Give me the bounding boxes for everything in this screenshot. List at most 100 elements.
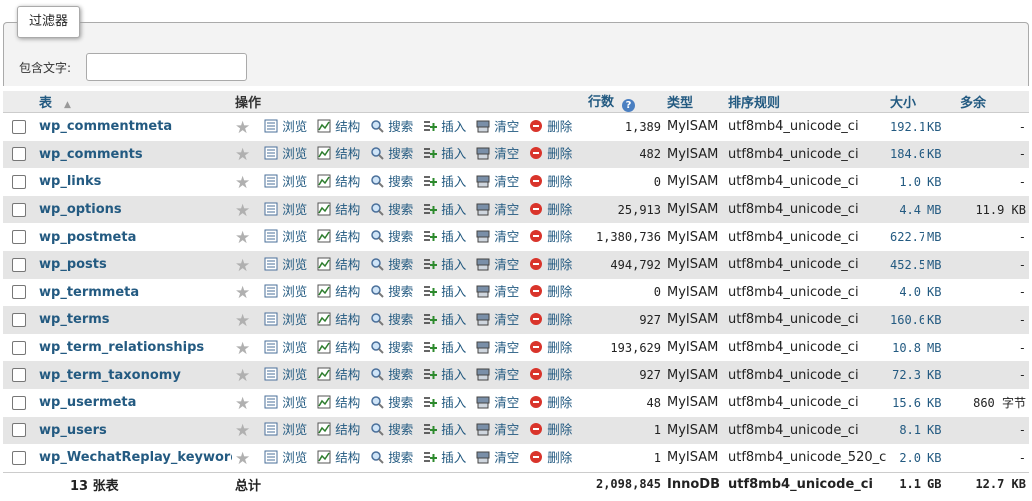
insert-action[interactable]: 插入: [423, 309, 466, 328]
help-icon[interactable]: ?: [622, 99, 636, 112]
empty-action[interactable]: 清空: [476, 143, 519, 162]
drop-action[interactable]: 删除: [529, 281, 572, 300]
structure-action[interactable]: 结构: [317, 226, 360, 245]
table-name-link[interactable]: wp_options: [39, 202, 122, 217]
table-name-link[interactable]: wp_postmeta: [39, 230, 136, 245]
structure-action[interactable]: 结构: [317, 254, 360, 273]
insert-action[interactable]: 插入: [423, 281, 466, 300]
size-value[interactable]: 160.6: [887, 306, 924, 334]
size-value[interactable]: 1.0: [887, 168, 924, 196]
col-collation[interactable]: 排序规则: [725, 91, 887, 113]
row-checkbox[interactable]: [12, 395, 26, 410]
search-action[interactable]: 搜索: [370, 254, 413, 273]
insert-action[interactable]: 插入: [423, 447, 466, 466]
size-value[interactable]: 192.1: [887, 112, 924, 141]
size-unit[interactable]: KB: [924, 278, 958, 307]
insert-action[interactable]: 插入: [423, 226, 466, 245]
structure-action[interactable]: 结构: [317, 392, 360, 411]
structure-action[interactable]: 结构: [317, 309, 360, 328]
drop-action[interactable]: 删除: [529, 116, 572, 135]
browse-action[interactable]: 浏览: [264, 281, 307, 300]
empty-action[interactable]: 清空: [476, 254, 519, 273]
row-checkbox[interactable]: [12, 450, 26, 465]
favorite-star-icon[interactable]: ★: [235, 118, 250, 138]
empty-action[interactable]: 清空: [476, 419, 519, 438]
browse-action[interactable]: 浏览: [264, 392, 307, 411]
table-name-link[interactable]: wp_terms: [39, 312, 110, 327]
browse-action[interactable]: 浏览: [264, 116, 307, 135]
search-action[interactable]: 搜索: [370, 281, 413, 300]
insert-action[interactable]: 插入: [423, 337, 466, 356]
search-action[interactable]: 搜索: [370, 226, 413, 245]
col-type[interactable]: 类型: [664, 91, 725, 113]
drop-action[interactable]: 删除: [529, 199, 572, 218]
drop-action[interactable]: 删除: [529, 309, 572, 328]
size-unit[interactable]: KB: [924, 416, 958, 445]
drop-action[interactable]: 删除: [529, 254, 572, 273]
table-name-link[interactable]: wp_WechatReplay_keywords: [39, 450, 232, 465]
structure-action[interactable]: 结构: [317, 143, 360, 162]
size-unit[interactable]: KB: [924, 361, 958, 389]
table-name-link[interactable]: wp_comments: [39, 147, 143, 162]
col-size[interactable]: 大小: [887, 91, 958, 113]
sort-ascending-icon[interactable]: ▲: [64, 100, 71, 110]
insert-action[interactable]: 插入: [423, 199, 466, 218]
empty-action[interactable]: 清空: [476, 281, 519, 300]
row-checkbox[interactable]: [12, 285, 26, 300]
size-value[interactable]: 4.4: [887, 195, 924, 224]
empty-action[interactable]: 清空: [476, 116, 519, 135]
row-checkbox[interactable]: [12, 423, 26, 438]
insert-action[interactable]: 插入: [423, 364, 466, 383]
size-unit[interactable]: MB: [924, 195, 958, 224]
browse-action[interactable]: 浏览: [264, 364, 307, 383]
size-value[interactable]: 72.3: [887, 361, 924, 389]
size-unit[interactable]: MB: [924, 250, 958, 279]
browse-action[interactable]: 浏览: [264, 143, 307, 162]
drop-action[interactable]: 删除: [529, 364, 572, 383]
size-unit[interactable]: KB: [924, 140, 958, 169]
col-overhead[interactable]: 多余: [957, 91, 1030, 113]
empty-action[interactable]: 清空: [476, 392, 519, 411]
browse-action[interactable]: 浏览: [264, 254, 307, 273]
empty-action[interactable]: 清空: [476, 309, 519, 328]
size-value[interactable]: 10.8: [887, 333, 924, 362]
favorite-star-icon[interactable]: ★: [235, 228, 250, 248]
structure-action[interactable]: 结构: [317, 337, 360, 356]
row-checkbox[interactable]: [12, 368, 26, 383]
size-unit[interactable]: KB: [924, 444, 958, 473]
row-checkbox[interactable]: [12, 230, 26, 245]
drop-action[interactable]: 删除: [529, 419, 572, 438]
structure-action[interactable]: 结构: [317, 171, 360, 190]
favorite-star-icon[interactable]: ★: [235, 421, 250, 441]
drop-action[interactable]: 删除: [529, 226, 572, 245]
favorite-star-icon[interactable]: ★: [235, 201, 250, 221]
structure-action[interactable]: 结构: [317, 199, 360, 218]
empty-action[interactable]: 清空: [476, 226, 519, 245]
size-value[interactable]: 2.0: [887, 444, 924, 473]
size-unit[interactable]: KB: [924, 168, 958, 196]
browse-action[interactable]: 浏览: [264, 199, 307, 218]
table-name-link[interactable]: wp_term_taxonomy: [39, 368, 181, 383]
search-action[interactable]: 搜索: [370, 143, 413, 162]
insert-action[interactable]: 插入: [423, 419, 466, 438]
size-unit[interactable]: MB: [924, 223, 958, 251]
table-name-link[interactable]: wp_posts: [39, 257, 107, 272]
browse-action[interactable]: 浏览: [264, 419, 307, 438]
col-table[interactable]: 表 ▲: [36, 91, 232, 113]
search-action[interactable]: 搜索: [370, 309, 413, 328]
drop-action[interactable]: 删除: [529, 447, 572, 466]
favorite-star-icon[interactable]: ★: [235, 366, 250, 386]
size-value[interactable]: 8.1: [887, 416, 924, 445]
search-action[interactable]: 搜索: [370, 364, 413, 383]
structure-action[interactable]: 结构: [317, 281, 360, 300]
row-checkbox[interactable]: [12, 202, 26, 217]
size-unit[interactable]: KB: [924, 306, 958, 334]
table-name-link[interactable]: wp_commentmeta: [39, 119, 172, 134]
favorite-star-icon[interactable]: ★: [235, 311, 250, 331]
empty-action[interactable]: 清空: [476, 171, 519, 190]
size-value[interactable]: 184.6: [887, 140, 924, 169]
row-checkbox[interactable]: [12, 340, 26, 355]
empty-action[interactable]: 清空: [476, 337, 519, 356]
favorite-star-icon[interactable]: ★: [235, 283, 250, 303]
size-value[interactable]: 452.5: [887, 250, 924, 279]
